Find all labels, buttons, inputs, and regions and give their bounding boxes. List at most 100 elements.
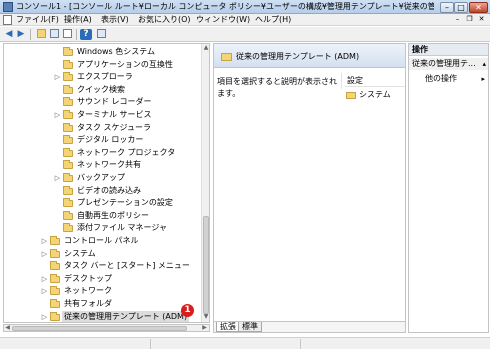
mdi-restore-button[interactable]: ❐ xyxy=(464,15,475,25)
folder-icon xyxy=(63,147,73,157)
folder-icon xyxy=(63,122,73,132)
menu-action[interactable]: 操作(A) xyxy=(64,15,92,25)
document-icon[interactable] xyxy=(3,15,12,25)
close-button[interactable]: ✕ xyxy=(469,2,488,13)
status-cell xyxy=(150,339,300,349)
tree-scroll-thumb[interactable] xyxy=(203,216,209,314)
toolbar-separator xyxy=(76,29,77,40)
tab-extended[interactable]: 拡張 xyxy=(216,322,240,332)
actions-pane: 操作 従来の管理用テ... ▴ 他の操作 ▸ xyxy=(408,43,489,333)
tree-node-label: ネットワーク共有 xyxy=(77,160,141,170)
tree-node-label: バックアップ xyxy=(77,173,125,182)
expand-arrow-icon[interactable]: ▷ xyxy=(54,109,61,121)
folder-icon xyxy=(50,286,60,296)
actions-section[interactable]: 従来の管理用テ... ▴ xyxy=(409,58,488,70)
toolbar: ◀ ▶ ? xyxy=(0,27,490,42)
scroll-down-arrow[interactable]: ▼ xyxy=(203,314,209,320)
other-actions-item[interactable]: 他の操作 ▸ xyxy=(425,73,487,85)
status-bar xyxy=(0,337,490,349)
folder-icon xyxy=(63,47,73,56)
toolbar-separator xyxy=(30,29,31,40)
window-title: コンソール1 - [コンソール ルート¥ローカル コンピュータ ポリシー¥ユーザ… xyxy=(16,2,434,11)
tree-node-label: 従来の管理用テンプレート (ADM) xyxy=(62,310,190,322)
tree-node-label: ネットワーク プロジェクタ xyxy=(77,147,176,157)
folder-icon xyxy=(50,311,60,321)
details-header: 従来の管理用テンプレート (ADM) xyxy=(214,44,405,68)
submenu-arrow-icon: ▸ xyxy=(481,75,485,83)
scroll-up-arrow[interactable]: ▲ xyxy=(203,45,209,51)
tree-node-label: タスク スケジューラ xyxy=(77,122,151,132)
folder-icon xyxy=(63,160,73,170)
tree-node-label: Windows 色システム xyxy=(77,47,156,56)
expand-arrow-icon[interactable]: ▷ xyxy=(54,71,61,83)
tree-horizontal-scrollbar[interactable]: ◀ ▶ xyxy=(3,324,210,332)
folder-icon xyxy=(63,59,73,69)
list-item-label: システム xyxy=(359,90,391,99)
expand-arrow-icon[interactable]: ▷ xyxy=(41,235,48,247)
tree-node-label: プレゼンテーションの設定 xyxy=(77,198,173,208)
mdi-close-button[interactable]: ✕ xyxy=(476,15,487,25)
forward-icon[interactable]: ▶ xyxy=(15,29,27,40)
folder-icon xyxy=(63,185,73,195)
expand-arrow-icon[interactable]: ▷ xyxy=(41,273,48,285)
up-folder-icon[interactable] xyxy=(35,29,47,40)
folder-icon xyxy=(63,97,73,107)
console-tree: Windows 色システム アプリケーションの互換性 ▷ エクスプローラ クイック検索サ… xyxy=(3,43,210,323)
show-hide-tree-icon[interactable] xyxy=(48,29,60,40)
folder-icon xyxy=(50,273,60,283)
folder-icon xyxy=(50,299,60,308)
tree-node-label: タスク バーと [スタート] メニュー xyxy=(64,261,190,271)
tree-node-label: 添付ファイル マネージャ xyxy=(77,223,167,233)
callout-badge-1: 1 xyxy=(181,304,194,317)
mmc-app-icon[interactable] xyxy=(3,2,13,12)
menu-file[interactable]: ファイル(F) xyxy=(16,15,59,25)
expand-arrow-icon[interactable]: ▷ xyxy=(41,311,48,322)
console-pane-icon[interactable] xyxy=(95,29,107,40)
details-pane: 従来の管理用テンプレート (ADM) 項目を選択すると説明が表示されます。 設定… xyxy=(213,43,406,333)
mdi-minimize-button[interactable]: – xyxy=(452,15,463,25)
folder-icon xyxy=(63,72,73,82)
status-cell xyxy=(300,339,490,349)
menu-window[interactable]: ウィンドウ(W) xyxy=(196,15,250,25)
folder-icon xyxy=(63,210,73,220)
tree-vertical-scrollbar[interactable]: ▲ ▼ xyxy=(201,44,209,322)
folder-icon xyxy=(63,223,73,233)
folder-icon xyxy=(346,92,356,99)
folder-icon xyxy=(50,261,60,271)
tree-node-label: アプリケーションの互換性 xyxy=(77,59,173,69)
folder-icon xyxy=(63,110,73,119)
tree-node-label: 共有フォルダ xyxy=(64,299,112,308)
expand-arrow-icon[interactable]: ▷ xyxy=(41,285,48,297)
tree-node-label: 自動再生のポリシー xyxy=(77,210,149,220)
properties-icon[interactable] xyxy=(61,29,73,40)
tree-node-label: システム xyxy=(64,248,96,258)
folder-icon xyxy=(63,198,73,208)
details-description: 項目を選択すると説明が表示されます。 xyxy=(217,77,337,98)
tree-node-label: ビデオの読み込み xyxy=(77,185,141,195)
actions-header: 操作 xyxy=(409,44,488,56)
menu-help[interactable]: ヘルプ(H) xyxy=(255,15,291,25)
tree-node-label: ターミナル サービス xyxy=(77,110,152,119)
column-separator xyxy=(341,73,342,89)
maximize-button[interactable]: □ xyxy=(454,2,468,13)
view-tabs: 拡張 標準 xyxy=(214,321,405,332)
menu-favorites[interactable]: お気に入り(O) xyxy=(138,15,191,25)
collapse-icon[interactable]: ▴ xyxy=(482,58,486,70)
folder-icon xyxy=(50,236,60,245)
help-icon[interactable]: ? xyxy=(80,29,92,40)
tree-node-label: サウンド レコーダー xyxy=(77,97,152,107)
folder-icon xyxy=(63,173,73,182)
back-icon[interactable]: ◀ xyxy=(3,29,15,40)
tab-standard[interactable]: 標準 xyxy=(238,322,262,332)
scroll-left-arrow[interactable]: ◀ xyxy=(4,325,11,331)
folder-icon xyxy=(50,248,60,258)
expand-arrow-icon[interactable]: ▷ xyxy=(41,248,48,260)
details-header-title: 従来の管理用テンプレート (ADM) xyxy=(236,52,360,61)
tree-hscroll-thumb[interactable] xyxy=(12,326,187,331)
minimize-button[interactable]: – xyxy=(440,2,454,13)
menu-view[interactable]: 表示(V) xyxy=(101,15,129,25)
tree-node-label: デジタル ロッカー xyxy=(77,135,144,145)
scroll-right-arrow[interactable]: ▶ xyxy=(201,325,208,331)
expand-arrow-icon[interactable]: ▷ xyxy=(54,172,61,184)
column-header-setting[interactable]: 設定 xyxy=(345,75,405,87)
